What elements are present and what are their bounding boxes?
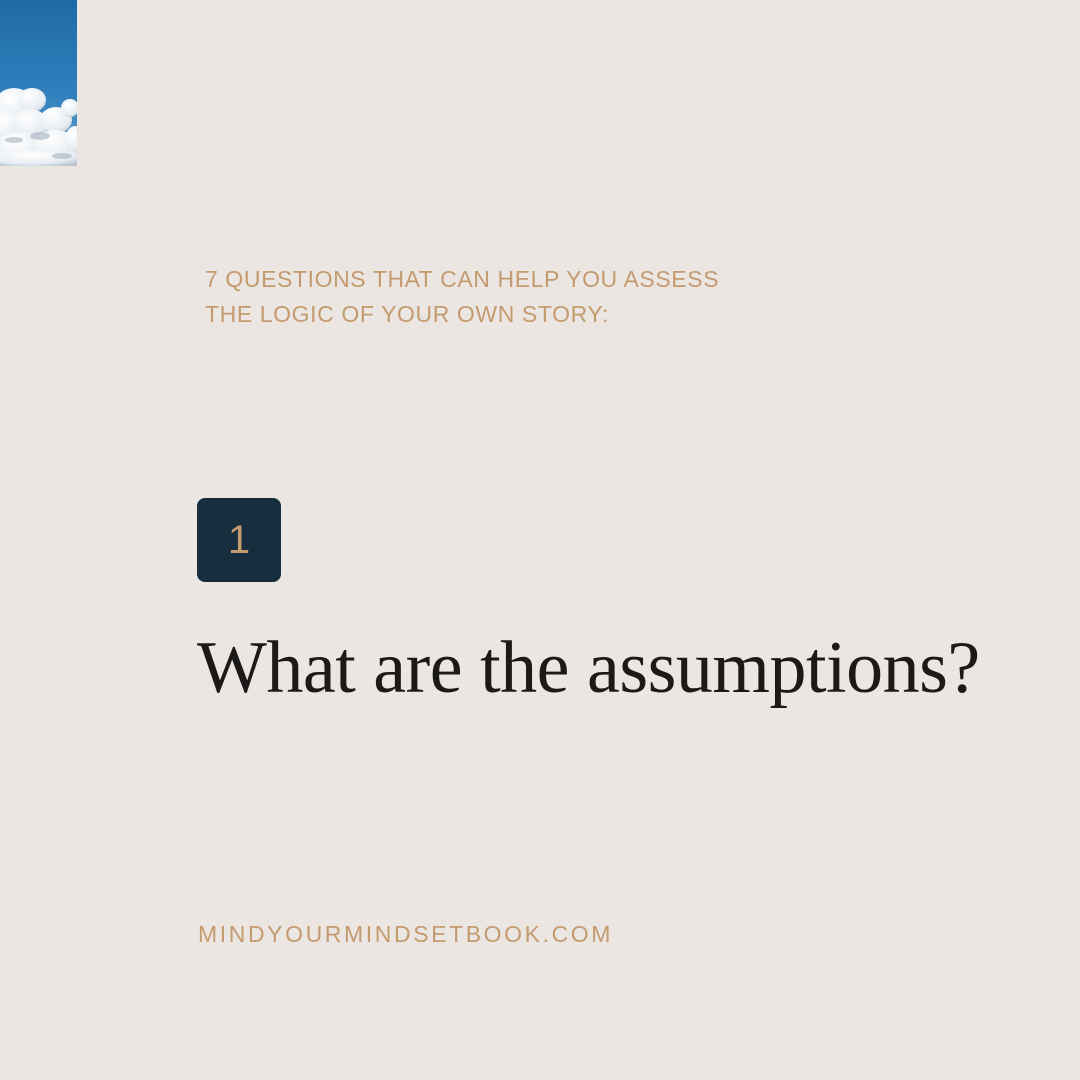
question-text: What are the assumptions?	[197, 627, 980, 709]
website-url: MINDYOURMINDSETBOOK.COM	[198, 921, 614, 947]
intro-line-1: 7 QUESTIONS THAT CAN HELP YOU ASSESS	[205, 266, 720, 292]
intro-heading: 7 QUESTIONS THAT CAN HELP YOU ASSESS THE…	[205, 262, 845, 332]
intro-line-2: THE LOGIC OF YOUR OWN STORY:	[205, 301, 610, 327]
question-number: 1	[227, 518, 251, 562]
question-number-badge: 1	[197, 498, 281, 582]
slide: 7 QUESTIONS THAT CAN HELP YOU ASSESS THE…	[0, 0, 1080, 1080]
sky-clouds-image	[0, 0, 77, 166]
